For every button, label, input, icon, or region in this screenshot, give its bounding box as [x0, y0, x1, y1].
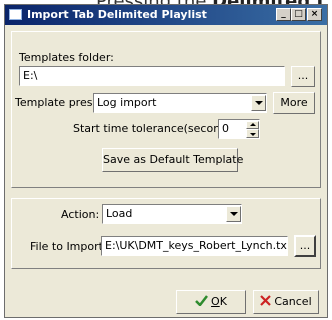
tolerance-value: 0 [222, 122, 229, 135]
tolerance-spin-up[interactable] [246, 121, 259, 129]
close-button[interactable]: × [307, 8, 322, 21]
ok-button[interactable]: OK [176, 290, 246, 314]
checkmark-icon [195, 295, 209, 307]
more-button[interactable]: More [273, 92, 315, 114]
maximize-button[interactable]: □ [291, 8, 306, 21]
template-preset-select[interactable]: Log import [93, 93, 267, 113]
action-label: Action: [61, 208, 100, 221]
templates-folder-browse-button[interactable]: ... [291, 66, 315, 87]
action-select[interactable]: Load [102, 204, 242, 224]
template-preset-dropdown-arrow[interactable] [251, 95, 266, 111]
action-value: Load [106, 207, 133, 220]
file-to-import-label: File to Import: [30, 240, 107, 253]
template-preset-value: Log import [97, 96, 157, 109]
file-to-import-browse-button[interactable]: ... [294, 235, 316, 257]
file-to-import-input[interactable]: E:\UK\DMT_keys_Robert_Lynch.txt [101, 236, 288, 256]
tolerance-label: Start time tolerance(seconds): [73, 122, 241, 135]
window-title: Import Tab Delimited Playlist [27, 8, 207, 21]
templates-folder-input[interactable]: E:\ [19, 66, 285, 86]
minimize-button[interactable]: _ [276, 8, 291, 21]
save-as-default-template-button[interactable]: Save as Default Template [102, 148, 243, 172]
cancel-button[interactable]: Cancel [253, 290, 319, 314]
tolerance-spin-down[interactable] [246, 129, 259, 138]
window-icon [9, 9, 22, 20]
templates-folder-label: Templates folder: [19, 51, 114, 64]
x-icon [260, 295, 272, 306]
title-bar[interactable]: Import Tab Delimited Playlist _ □ × [5, 5, 327, 25]
action-dropdown-arrow[interactable] [226, 206, 241, 222]
import-dialog: Import Tab Delimited Playlist _ □ × Temp… [4, 4, 328, 318]
